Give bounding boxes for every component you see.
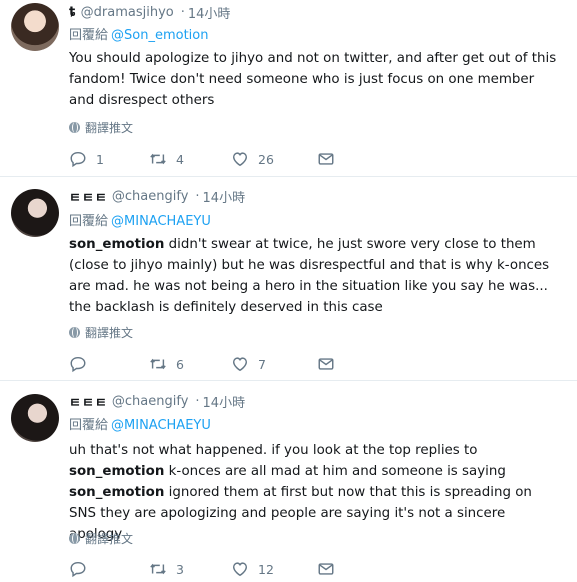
tweet-text-part: k-onces are all mad at him and someone i… xyxy=(164,464,506,479)
translate-link[interactable]: 翻譯推文 xyxy=(69,530,133,547)
direct-message-button[interactable] xyxy=(317,150,335,168)
tweet-header: ㅌㅌㅌ @chaengify · 14小時 xyxy=(69,391,245,411)
globe-icon xyxy=(69,533,80,544)
reply-prefix: 回覆給 xyxy=(69,418,109,433)
like-count: 7 xyxy=(258,356,266,372)
display-name[interactable]: ㅌㅌㅌ xyxy=(69,187,108,206)
retweet-icon xyxy=(150,563,166,575)
like-button[interactable]: 26 xyxy=(231,150,317,168)
translate-label: 翻譯推文 xyxy=(85,532,134,546)
like-button[interactable]: 12 xyxy=(231,560,317,578)
message-icon xyxy=(318,153,334,165)
reply-icon xyxy=(70,561,86,578)
reply-count: 1 xyxy=(96,151,104,167)
timestamp[interactable]: 14小時 xyxy=(188,3,231,22)
direct-message-button[interactable] xyxy=(317,560,335,578)
tweet-actions: 1 4 26 xyxy=(69,149,335,169)
tweet-text: You should apologize to jihyo and not on… xyxy=(69,51,557,108)
separator-dot: · xyxy=(180,4,185,20)
tweet-actions: 3 12 xyxy=(69,559,335,579)
mention-link[interactable]: son_emotion xyxy=(69,237,164,252)
user-handle[interactable]: @chaengify xyxy=(112,189,189,204)
user-handle[interactable]: @dramasjihyo xyxy=(81,5,174,20)
avatar[interactable] xyxy=(11,189,59,237)
message-icon xyxy=(318,563,334,575)
avatar[interactable] xyxy=(11,394,59,442)
tweet-text-part: uh that's not what happened. if you look… xyxy=(69,443,478,458)
reply-icon xyxy=(70,356,86,373)
translate-label: 翻譯推文 xyxy=(85,121,134,135)
like-count: 26 xyxy=(258,151,274,167)
tweet-header: ȶ @dramasjihyo · 14小時 xyxy=(69,2,230,22)
like-icon xyxy=(232,357,248,372)
translate-label: 翻譯推文 xyxy=(85,326,134,340)
tweet-actions: 6 7 xyxy=(69,354,335,374)
separator-dot: · xyxy=(195,188,200,204)
reply-prefix: 回覆給 xyxy=(69,28,109,43)
reply-to-link[interactable]: @Son_emotion xyxy=(111,28,208,43)
like-icon xyxy=(232,562,248,577)
reply-context: 回覆給 @MINACHAEYU xyxy=(69,414,211,433)
timestamp[interactable]: 14小時 xyxy=(203,187,246,206)
tweet-text: son_emotion didn't swear at twice, he ju… xyxy=(69,234,559,318)
avatar[interactable] xyxy=(11,3,59,51)
retweet-button[interactable]: 4 xyxy=(149,150,231,168)
display-name[interactable]: ㅌㅌㅌ xyxy=(69,392,108,411)
reply-prefix: 回覆給 xyxy=(69,214,109,229)
retweet-count: 6 xyxy=(176,356,184,372)
retweet-button[interactable]: 6 xyxy=(149,355,231,373)
reply-button[interactable] xyxy=(69,355,149,373)
display-name[interactable]: ȶ xyxy=(69,5,77,20)
direct-message-button[interactable] xyxy=(317,355,335,373)
translate-link[interactable]: 翻譯推文 xyxy=(69,119,133,136)
retweet-count: 3 xyxy=(176,561,184,577)
timestamp[interactable]: 14小時 xyxy=(203,392,246,411)
tweet-header: ㅌㅌㅌ @chaengify · 14小時 xyxy=(69,186,245,206)
reply-to-link[interactable]: @MINACHAEYU xyxy=(111,418,211,433)
separator-dot: · xyxy=(195,393,200,409)
tweet[interactable]: ㅌㅌㅌ @chaengify · 14小時 回覆給 @MINACHAEYU son… xyxy=(0,177,577,381)
like-icon xyxy=(232,152,248,167)
message-icon xyxy=(318,358,334,370)
tweet[interactable]: ȶ @dramasjihyo · 14小時 回覆給 @Son_emotion Yo… xyxy=(0,0,577,177)
reply-button[interactable]: 1 xyxy=(69,150,149,168)
reply-context: 回覆給 @MINACHAEYU xyxy=(69,210,211,229)
retweet-button[interactable]: 3 xyxy=(149,560,231,578)
retweet-count: 4 xyxy=(176,151,184,167)
globe-icon xyxy=(69,122,80,133)
tweet[interactable]: ㅌㅌㅌ @chaengify · 14小時 回覆給 @MINACHAEYU uh … xyxy=(0,381,577,582)
mention-link[interactable]: son_emotion xyxy=(69,464,164,479)
user-handle[interactable]: @chaengify xyxy=(112,394,189,409)
retweet-icon xyxy=(150,153,166,165)
like-button[interactable]: 7 xyxy=(231,355,317,373)
reply-icon xyxy=(70,151,86,168)
reply-context: 回覆給 @Son_emotion xyxy=(69,24,208,43)
retweet-icon xyxy=(150,358,166,370)
mention-link[interactable]: son_emotion xyxy=(69,485,164,500)
tweet-text: uh that's not what happened. if you look… xyxy=(69,440,559,545)
reply-button[interactable] xyxy=(69,560,149,578)
like-count: 12 xyxy=(258,561,274,577)
translate-link[interactable]: 翻譯推文 xyxy=(69,324,133,341)
globe-icon xyxy=(69,327,80,338)
reply-to-link[interactable]: @MINACHAEYU xyxy=(111,214,211,229)
